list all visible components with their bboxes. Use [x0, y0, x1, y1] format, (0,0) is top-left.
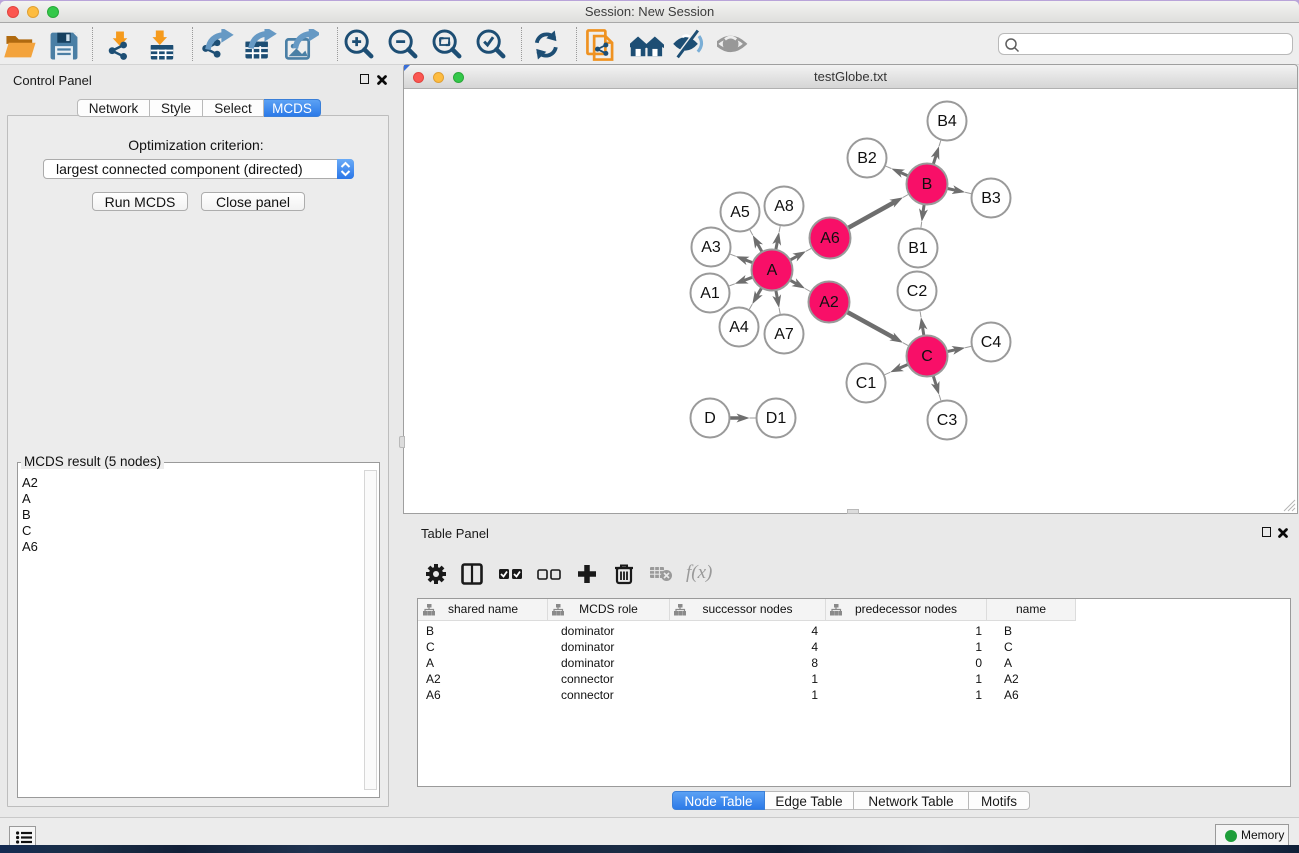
- svg-text:A: A: [767, 262, 778, 279]
- svg-text:C: C: [921, 348, 933, 365]
- svg-text:D1: D1: [766, 410, 787, 427]
- svg-text:A5: A5: [730, 204, 750, 221]
- svg-text:B2: B2: [857, 150, 877, 167]
- svg-text:A4: A4: [729, 319, 749, 336]
- svg-text:D: D: [704, 410, 716, 427]
- svg-text:C3: C3: [937, 412, 958, 429]
- svg-text:C2: C2: [907, 283, 928, 300]
- svg-text:B3: B3: [981, 190, 1001, 207]
- svg-text:A3: A3: [701, 239, 721, 256]
- svg-text:C1: C1: [856, 375, 877, 392]
- svg-text:B1: B1: [908, 240, 928, 257]
- svg-text:A7: A7: [774, 326, 794, 343]
- svg-text:A2: A2: [819, 294, 839, 311]
- svg-text:B4: B4: [937, 113, 957, 130]
- svg-text:B: B: [922, 176, 933, 193]
- svg-text:A1: A1: [700, 285, 720, 302]
- svg-text:A8: A8: [774, 198, 794, 215]
- svg-text:C4: C4: [981, 334, 1002, 351]
- svg-text:A6: A6: [820, 230, 840, 247]
